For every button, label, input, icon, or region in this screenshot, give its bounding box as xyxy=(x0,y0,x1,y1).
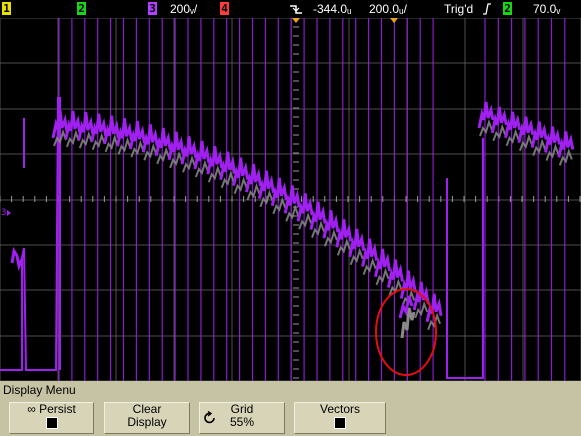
rising-edge-icon xyxy=(483,3,491,15)
pulse-burst xyxy=(180,136,198,165)
softkey-menu: Display Menu ∞ Persist Clear Display Gri… xyxy=(0,381,581,436)
persist-trace xyxy=(375,267,390,286)
trace-segment xyxy=(0,97,61,371)
vectors-checkbox xyxy=(335,418,345,428)
pulse-burst xyxy=(361,238,379,267)
channel-4-indicator[interactable]: 4 xyxy=(220,2,229,15)
persist-trace xyxy=(130,139,145,158)
persist-trace xyxy=(117,137,132,155)
pulse-burst xyxy=(517,116,535,144)
persist-checkbox xyxy=(46,418,57,428)
delay-marker xyxy=(390,18,398,23)
pulse-burst xyxy=(490,106,508,134)
persist-label: ∞ Persist xyxy=(27,402,76,416)
persist-trace xyxy=(479,118,493,137)
pulse-burst xyxy=(544,126,561,153)
channel-3-scale: 200ᵥ/ xyxy=(170,2,198,16)
grid-softkey[interactable]: Grid 55% xyxy=(199,402,285,434)
pulse-burst xyxy=(206,146,224,175)
vectors-softkey[interactable]: Vectors xyxy=(294,402,386,434)
persist-trace xyxy=(298,212,313,230)
waveform-display: 3 xyxy=(0,18,581,381)
timebase-scale: 200.0ᵤ/ xyxy=(369,2,407,16)
pulse-burst xyxy=(386,259,404,288)
persist-trace xyxy=(246,182,261,201)
persist-trace xyxy=(143,143,158,161)
pulse-burst xyxy=(128,120,146,150)
pulse-burst xyxy=(232,157,250,186)
persist-trace xyxy=(182,155,196,173)
persist-trace xyxy=(349,247,364,266)
falling-edge-trigger-icon xyxy=(290,5,302,14)
pulse-burst xyxy=(64,110,82,140)
pulse-burst xyxy=(309,201,327,230)
persist-trace xyxy=(78,130,93,149)
pulse-burst xyxy=(296,193,314,222)
pulse-burst xyxy=(90,113,108,143)
channel-2-indicator[interactable]: 2 xyxy=(77,2,86,15)
pulse-burst xyxy=(504,111,522,139)
persist-trace xyxy=(169,150,184,169)
persist-trace xyxy=(233,176,248,195)
persist-trace xyxy=(272,196,287,215)
persist-trace xyxy=(518,133,533,152)
persist-trace xyxy=(194,159,209,178)
pulse-burst xyxy=(154,127,172,157)
persist-softkey[interactable]: ∞ Persist xyxy=(9,402,94,434)
trigger-state: Trig'd xyxy=(444,2,474,16)
persist-trace xyxy=(414,300,429,319)
pulse-burst xyxy=(477,101,495,129)
persist-trace xyxy=(323,229,338,247)
pulse-burst xyxy=(270,177,288,207)
trigger-position-marker xyxy=(292,18,300,23)
trace-blob xyxy=(10,246,24,272)
persist-trace xyxy=(311,220,325,238)
menu-title: Display Menu xyxy=(3,383,76,397)
rotate-knob-icon xyxy=(204,411,215,424)
vectors-label: Vectors xyxy=(319,402,361,416)
highlight-circle xyxy=(375,288,437,376)
persist-trace xyxy=(336,238,351,256)
pulse-burst xyxy=(399,270,417,299)
persist-trace xyxy=(207,165,222,183)
trigger-source-indicator[interactable]: 2 xyxy=(503,2,512,15)
pulse-burst xyxy=(193,140,211,170)
horizontal-position: -344.0ᵤ xyxy=(313,2,352,16)
pulse-burst xyxy=(77,111,95,141)
glitch-trace xyxy=(400,307,416,339)
pulse-burst xyxy=(322,210,340,239)
pulse-burst xyxy=(116,118,133,147)
persist-trace xyxy=(285,204,300,222)
pulse-burst xyxy=(283,185,301,214)
persist-trace xyxy=(362,257,377,275)
pulse-burst xyxy=(348,228,366,258)
status-bar: 1 2 3 200ᵥ/ 4 -344.0ᵤ 200.0ᵤ/ Trig'd 2 7… xyxy=(0,0,581,18)
trigger-level: 70.0ᵥ xyxy=(533,2,561,16)
persist-trace xyxy=(505,128,520,147)
clear-display-label-2: Display xyxy=(127,415,167,429)
channel-3-indicator[interactable]: 3 xyxy=(148,2,157,15)
channel-3-ground-marker: 3 xyxy=(1,208,6,218)
pulse-burst xyxy=(374,248,391,278)
ground-arrow-icon xyxy=(7,210,11,216)
channel-1-indicator[interactable]: 1 xyxy=(2,2,11,15)
pulse-burst xyxy=(167,131,185,161)
persist-trace xyxy=(91,132,106,151)
pulse-burst xyxy=(245,163,262,193)
pulse-burst xyxy=(530,121,548,148)
persist-trace xyxy=(492,123,507,142)
clear-display-softkey[interactable]: Clear Display xyxy=(104,402,190,434)
pulse-burst xyxy=(257,170,275,200)
persist-trace xyxy=(65,129,80,148)
pulse-burst xyxy=(219,151,237,181)
persist-trace xyxy=(156,146,171,165)
pulse-burst xyxy=(141,124,159,153)
